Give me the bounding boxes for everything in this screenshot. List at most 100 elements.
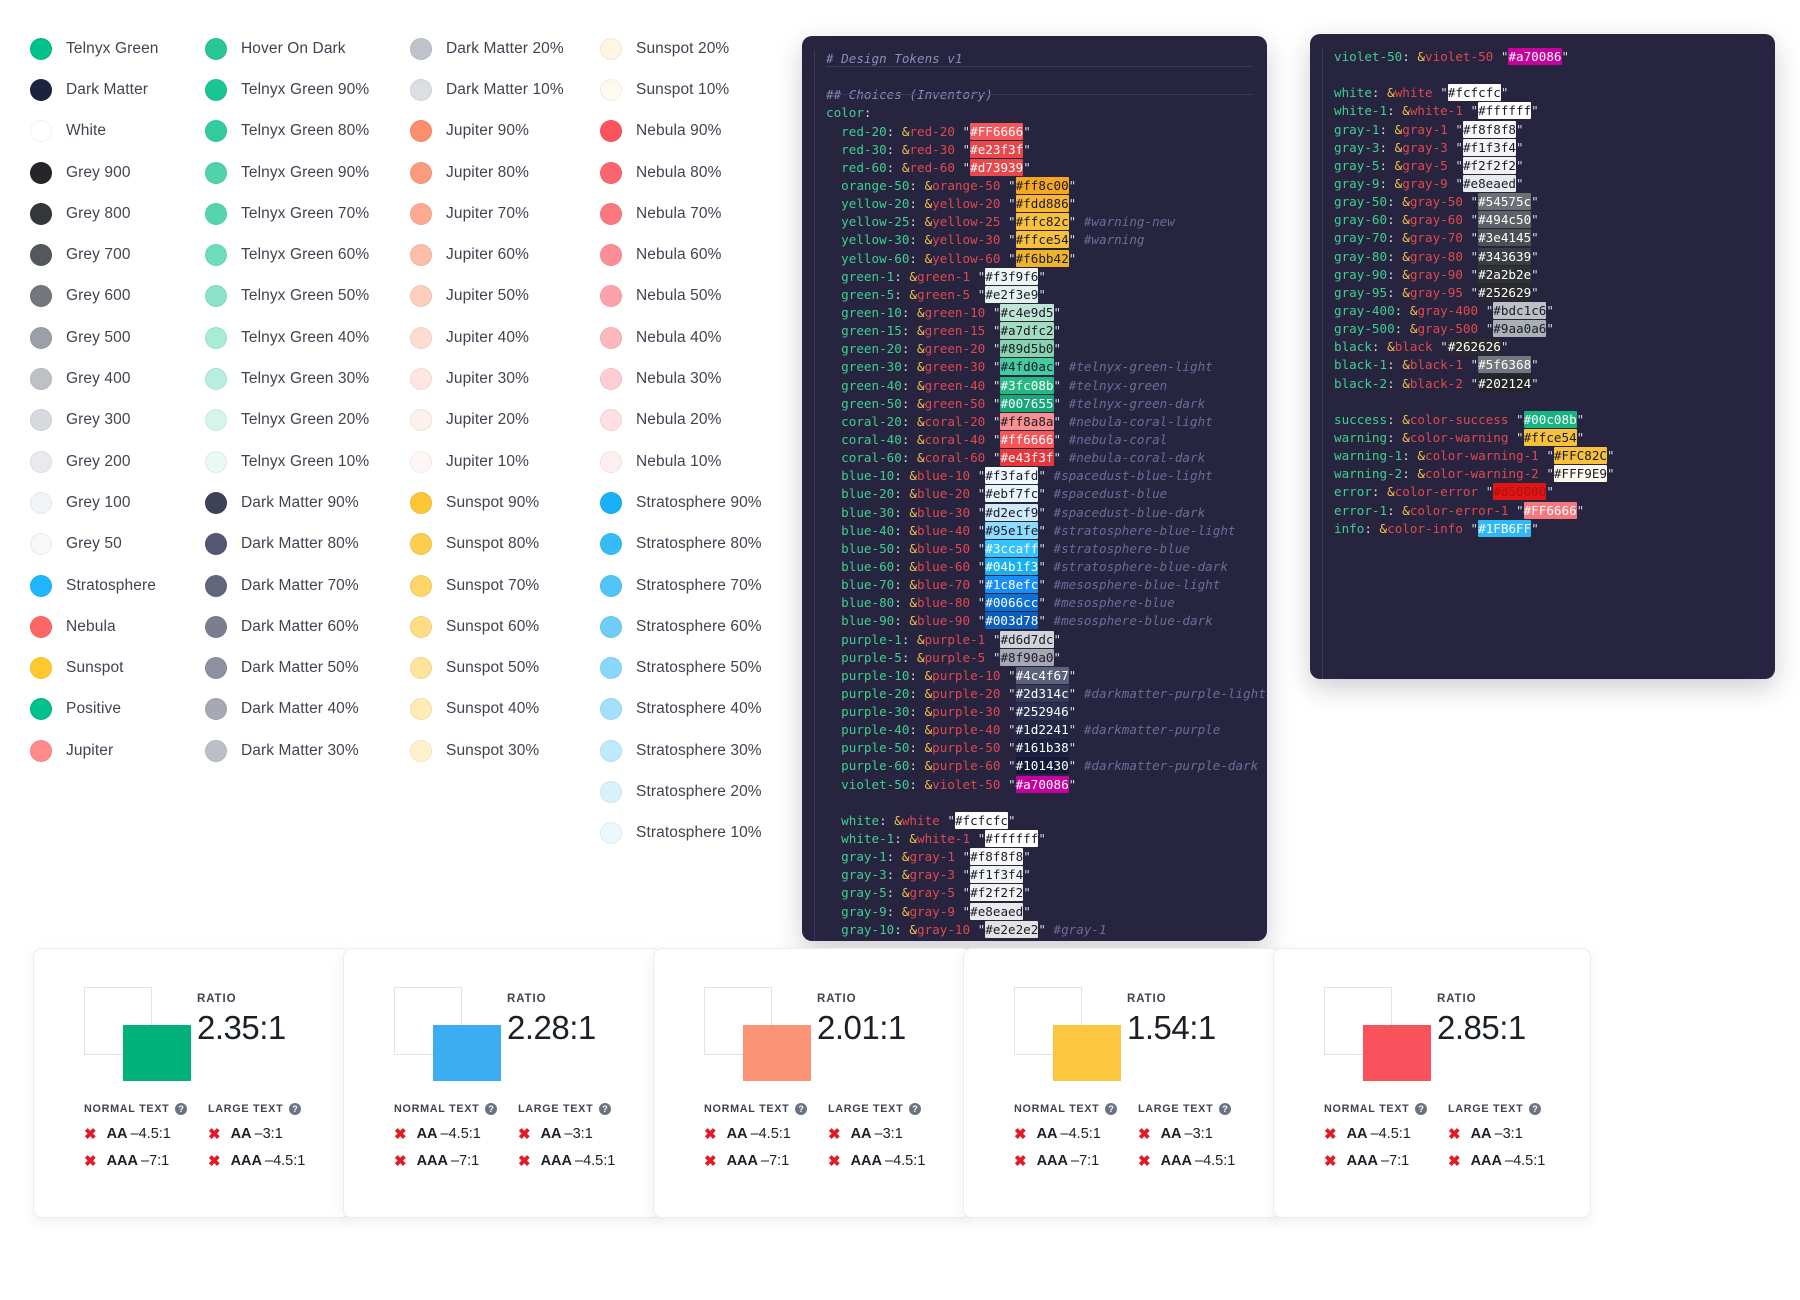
help-icon[interactable]: ?	[795, 1103, 808, 1115]
swatch-row[interactable]: Sunspot 60%	[410, 606, 585, 647]
swatch-row[interactable]: Jupiter 60%	[410, 234, 585, 275]
swatch-row[interactable]: Jupiter 30%	[410, 358, 585, 399]
help-icon[interactable]: ?	[1529, 1103, 1542, 1115]
swatch-row[interactable]: Jupiter	[30, 730, 215, 771]
color-dot-icon	[30, 285, 52, 308]
swatch-row[interactable]: Telnyx Green 90%	[205, 69, 395, 110]
swatch-row[interactable]: Dark Matter	[30, 69, 215, 110]
swatch-row[interactable]: Dark Matter 50%	[205, 647, 395, 688]
swatch-row[interactable]: Telnyx Green 70%	[205, 193, 395, 234]
swatch-row[interactable]: Jupiter 20%	[410, 400, 585, 441]
swatch-row[interactable]: Nebula 30%	[600, 358, 785, 399]
swatch-row[interactable]: Nebula 70%	[600, 193, 785, 234]
swatch-row[interactable]: Sunspot 10%	[600, 69, 785, 110]
swatch-label: Nebula 20%	[636, 411, 722, 429]
help-icon[interactable]: ?	[1219, 1103, 1232, 1115]
swatch-row[interactable]: Grey 100	[30, 482, 215, 523]
swatch-row[interactable]: Telnyx Green 30%	[205, 358, 395, 399]
help-icon[interactable]: ?	[485, 1103, 498, 1115]
contrast-card[interactable]: RATIO 1.54:1 NORMAL TEXT? ✖ AA – 4.5:1 ✖ AAA –…	[963, 948, 1281, 1218]
contrast-card[interactable]: RATIO 2.28:1 NORMAL TEXT? ✖ AA – 4.5:1 ✖ AAA –…	[343, 948, 661, 1218]
swatch-row[interactable]: Nebula 10%	[600, 441, 785, 482]
help-icon[interactable]: ?	[1415, 1103, 1428, 1115]
swatch-row[interactable]: Dark Matter 70%	[205, 565, 395, 606]
swatch-row[interactable]: Sunspot 70%	[410, 565, 585, 606]
swatch-row[interactable]: Stratosphere	[30, 565, 215, 606]
swatch-row[interactable]: Nebula	[30, 606, 215, 647]
code-token: "	[1038, 613, 1046, 629]
swatch-row[interactable]: Nebula 60%	[600, 234, 785, 275]
swatch-row[interactable]: Grey 700	[30, 234, 215, 275]
swatch-row[interactable]: Sunspot 80%	[410, 524, 585, 565]
criteria-level: AAA	[850, 1153, 882, 1169]
code-panel-design-tokens-continued[interactable]: violet-50: &violet-50 "#a70086" white: &…	[1310, 34, 1775, 679]
swatch-row[interactable]: White	[30, 111, 215, 152]
swatch-row[interactable]: Stratosphere 50%	[600, 647, 785, 688]
swatch-row[interactable]: Telnyx Green	[30, 28, 215, 69]
swatch-row[interactable]: Dark Matter 20%	[410, 28, 585, 69]
swatch-row[interactable]: Sunspot 40%	[410, 689, 585, 730]
swatch-row[interactable]: Grey 200	[30, 441, 215, 482]
swatch-row[interactable]: Nebula 20%	[600, 400, 785, 441]
swatch-row[interactable]: Telnyx Green 90%	[205, 152, 395, 193]
swatch-row[interactable]: Jupiter 80%	[410, 152, 585, 193]
swatch-label: Stratosphere 90%	[636, 493, 762, 511]
swatch-row[interactable]: Telnyx Green 40%	[205, 317, 395, 358]
swatch-row[interactable]: Jupiter 10%	[410, 441, 585, 482]
swatch-row[interactable]: Grey 800	[30, 193, 215, 234]
swatch-row[interactable]: Stratosphere 20%	[600, 771, 785, 812]
criteria-level: AAA	[1346, 1153, 1378, 1169]
swatch-row[interactable]: Dark Matter 90%	[205, 482, 395, 523]
contrast-card[interactable]: RATIO 2.85:1 NORMAL TEXT? ✖ AA – 4.5:1 ✖ AAA –…	[1273, 948, 1591, 1218]
help-icon[interactable]: ?	[599, 1103, 612, 1115]
help-icon[interactable]: ?	[175, 1103, 188, 1115]
swatch-row[interactable]: Dark Matter 80%	[205, 524, 395, 565]
swatch-row[interactable]: Nebula 40%	[600, 317, 785, 358]
help-icon[interactable]: ?	[1105, 1103, 1118, 1115]
swatch-row[interactable]: Telnyx Green 80%	[205, 111, 395, 152]
swatch-row[interactable]: Dark Matter 30%	[205, 730, 395, 771]
swatch-row[interactable]: Positive	[30, 689, 215, 730]
swatch-row[interactable]: Sunspot 50%	[410, 647, 585, 688]
swatch-row[interactable]: Sunspot	[30, 647, 215, 688]
swatch-row[interactable]: Telnyx Green 20%	[205, 400, 395, 441]
swatch-row[interactable]: Grey 600	[30, 276, 215, 317]
swatch-row[interactable]: Telnyx Green 50%	[205, 276, 395, 317]
swatch-row[interactable]: Sunspot 30%	[410, 730, 585, 771]
swatch-row[interactable]: Jupiter 90%	[410, 111, 585, 152]
help-icon[interactable]: ?	[289, 1103, 302, 1115]
swatch-row[interactable]: Stratosphere 70%	[600, 565, 785, 606]
code-token: gray-1	[909, 849, 955, 865]
help-icon[interactable]: ?	[909, 1103, 922, 1115]
swatch-row[interactable]: Stratosphere 60%	[600, 606, 785, 647]
swatch-row[interactable]: Sunspot 90%	[410, 482, 585, 523]
swatch-row[interactable]: Grey 300	[30, 400, 215, 441]
swatch-row[interactable]: Hover On Dark	[205, 28, 395, 69]
swatch-row[interactable]: Stratosphere 30%	[600, 730, 785, 771]
contrast-card[interactable]: RATIO 2.01:1 NORMAL TEXT? ✖ AA – 4.5:1 ✖ AAA –…	[653, 948, 971, 1218]
swatch-row[interactable]: Nebula 80%	[600, 152, 785, 193]
swatch-row[interactable]: Dark Matter 10%	[410, 69, 585, 110]
swatch-row[interactable]: Grey 50	[30, 524, 215, 565]
swatch-row[interactable]: Stratosphere 90%	[600, 482, 785, 523]
swatch-row[interactable]: Stratosphere 40%	[600, 689, 785, 730]
swatch-row[interactable]: Sunspot 20%	[600, 28, 785, 69]
code-token: red-60	[826, 159, 887, 175]
contrast-card[interactable]: RATIO 2.35:1 NORMAL TEXT? ✖ AA – 4.5:1 ✖ AAA –…	[33, 948, 351, 1218]
swatch-row[interactable]: Stratosphere 80%	[600, 524, 785, 565]
swatch-row[interactable]: Grey 900	[30, 152, 215, 193]
swatch-row[interactable]: Nebula 90%	[600, 111, 785, 152]
swatch-row[interactable]: Telnyx Green 10%	[205, 441, 395, 482]
swatch-row[interactable]: Nebula 50%	[600, 276, 785, 317]
swatch-row[interactable]: Stratosphere 10%	[600, 813, 785, 854]
criteria-threshold-value: 4.5:1	[758, 1126, 791, 1142]
swatch-row[interactable]: Telnyx Green 60%	[205, 234, 395, 275]
swatch-row[interactable]: Grey 400	[30, 358, 215, 399]
swatch-row[interactable]: Grey 500	[30, 317, 215, 358]
swatch-row[interactable]: Dark Matter 40%	[205, 689, 395, 730]
swatch-row[interactable]: Jupiter 50%	[410, 276, 585, 317]
swatch-row[interactable]: Jupiter 70%	[410, 193, 585, 234]
swatch-row[interactable]: Dark Matter 60%	[205, 606, 395, 647]
swatch-row[interactable]: Jupiter 40%	[410, 317, 585, 358]
code-panel-design-tokens[interactable]: # Design Tokens v1 ## Choices (Inventory…	[802, 36, 1267, 941]
